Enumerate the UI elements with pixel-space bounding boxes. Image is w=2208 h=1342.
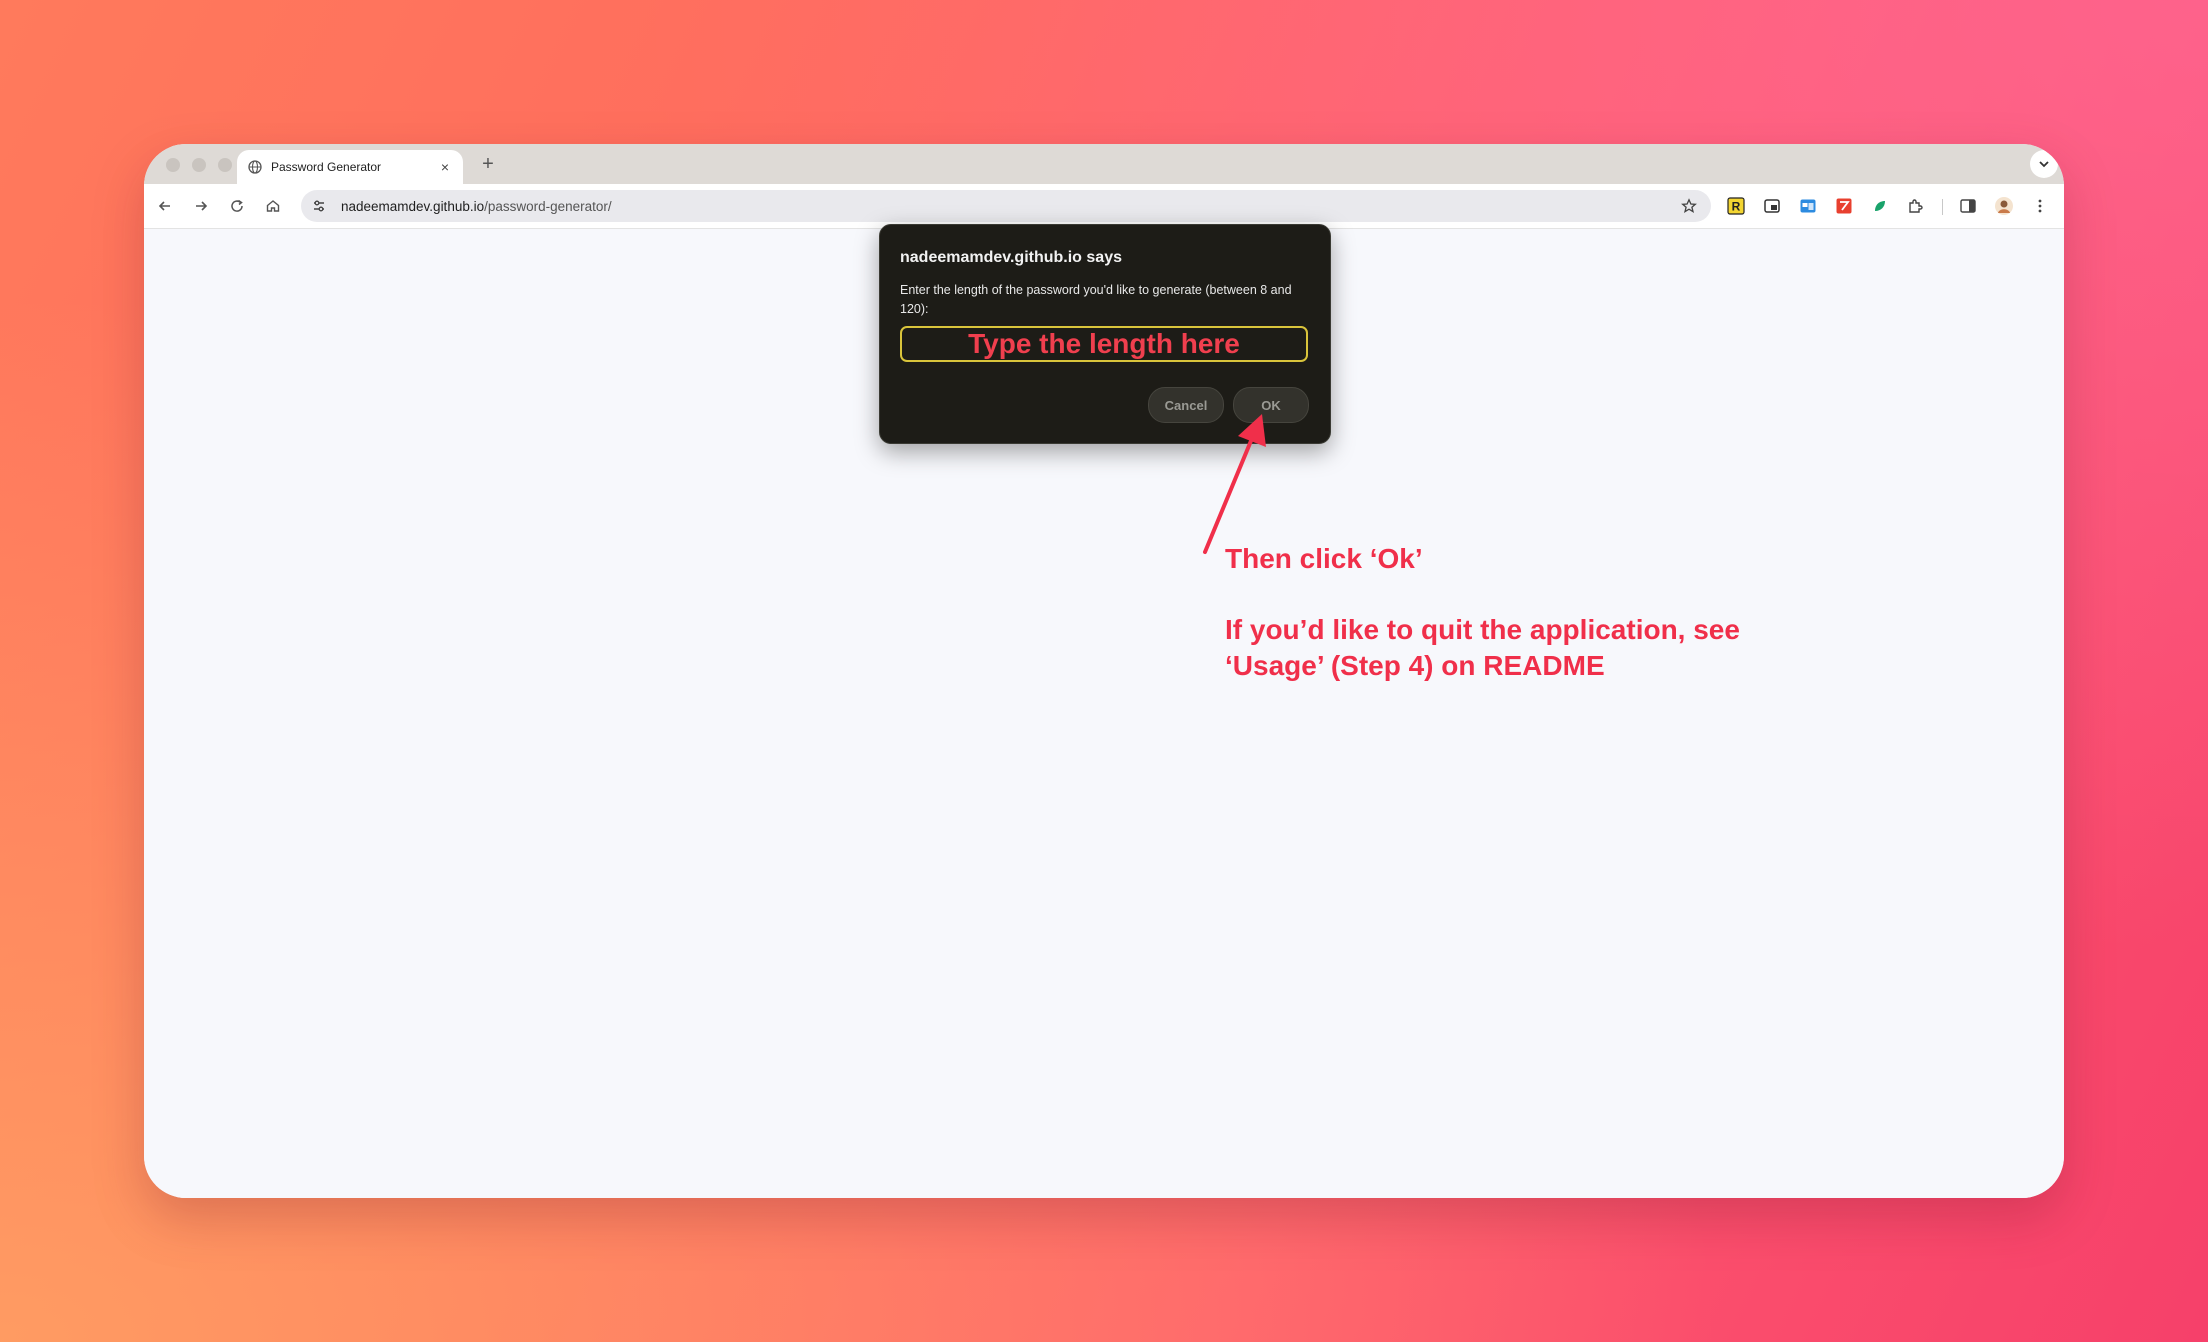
forward-icon[interactable] [187, 192, 215, 220]
star-icon[interactable] [1677, 194, 1701, 218]
extension-window-icon[interactable] [1796, 194, 1820, 218]
annotation-quit-line2: ‘Usage’ (Step 4) on README [1225, 650, 1605, 681]
tab-strip: Password Generator × + [144, 144, 2064, 184]
plus-icon[interactable]: + [474, 150, 502, 178]
more-icon[interactable] [2028, 194, 2052, 218]
cancel-button[interactable]: Cancel [1148, 387, 1224, 423]
address-bar[interactable]: nadeemamdev.github.io/password-generator… [301, 190, 1711, 222]
puzzle-icon[interactable] [1904, 194, 1928, 218]
prompt-dialog: nadeemamdev.github.io says Enter the len… [879, 224, 1331, 444]
svg-text:R: R [1732, 200, 1741, 214]
ok-button[interactable]: OK [1233, 387, 1309, 423]
toolbar-divider [1942, 199, 1943, 215]
site-settings-icon[interactable] [305, 192, 333, 220]
toolbar: nadeemamdev.github.io/password-generator… [144, 184, 2064, 229]
back-icon[interactable] [151, 192, 179, 220]
chevron-down-icon[interactable] [2030, 150, 2058, 178]
reload-icon[interactable] [223, 192, 251, 220]
tab-password-generator[interactable]: Password Generator × [237, 150, 463, 184]
url-host: nadeemamdev.github.io [341, 198, 485, 214]
length-input[interactable]: Type the length here [900, 326, 1308, 362]
globe-icon [247, 159, 263, 175]
close-icon[interactable]: × [435, 157, 455, 177]
sidepanel-icon[interactable] [1956, 194, 1980, 218]
minimize-window-button[interactable] [192, 158, 206, 172]
extension-r-icon[interactable]: R [1724, 194, 1748, 218]
dialog-message: Enter the length of the password you'd l… [900, 283, 1292, 316]
dialog-title: nadeemamdev.github.io says [900, 249, 1122, 266]
extension-leaf-icon[interactable] [1868, 194, 1892, 218]
url-path: /password-generator/ [484, 198, 612, 214]
picture-in-picture-icon[interactable] [1760, 194, 1784, 218]
window-controls[interactable] [166, 158, 232, 172]
zoom-window-button[interactable] [218, 158, 232, 172]
annotation-step: Then click ‘Ok’ [1225, 543, 1423, 574]
length-input-hint: Type the length here [968, 328, 1240, 359]
tab-title: Password Generator [271, 160, 382, 174]
annotation-quit: If you’d like to quit the application, s… [1225, 612, 1865, 684]
avatar[interactable] [1992, 194, 2016, 218]
url-text: nadeemamdev.github.io/password-generator… [341, 199, 612, 214]
close-window-button[interactable] [166, 158, 180, 172]
home-icon[interactable] [259, 192, 287, 220]
extension-red-icon[interactable] [1832, 194, 1856, 218]
annotation-quit-line1: If you’d like to quit the application, s… [1225, 614, 1740, 645]
